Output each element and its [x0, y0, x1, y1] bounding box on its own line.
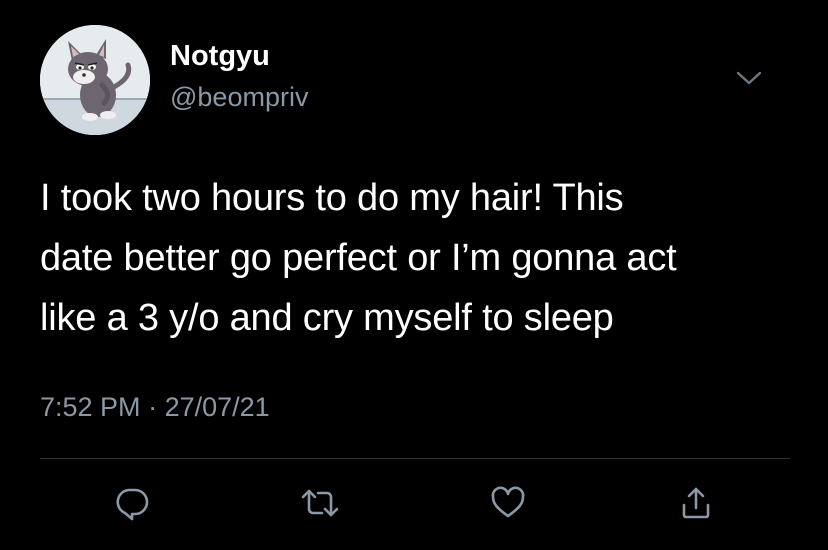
share-button[interactable] — [674, 481, 718, 525]
like-icon — [491, 486, 525, 518]
meta-separator: · — [140, 392, 165, 422]
reply-button[interactable] — [110, 481, 154, 525]
retweet-icon — [301, 489, 339, 517]
tweet-date: 27/07/21 — [164, 392, 270, 422]
tweet-timestamp[interactable]: 7:52 PM · 27/07/21 — [40, 392, 270, 423]
tweet-text: I took two hours to do my hair! This dat… — [40, 168, 810, 348]
avatar[interactable] — [40, 25, 150, 135]
retweet-button[interactable] — [298, 481, 342, 525]
more-options-button[interactable] — [730, 62, 768, 94]
tweet-text-line: date better go perfect or I’m gonna act — [40, 237, 677, 279]
tweet-time: 7:52 PM — [40, 392, 141, 422]
author-handle[interactable]: @beompriv — [170, 82, 308, 113]
author-display-name[interactable]: Notgyu — [170, 40, 270, 73]
like-button[interactable] — [486, 481, 530, 525]
divider — [40, 458, 790, 459]
tweet-text-line: like a 3 y/o and cry myself to sleep — [40, 297, 614, 339]
reply-icon — [116, 488, 149, 521]
kitten-avatar-image — [40, 25, 150, 135]
share-icon — [682, 487, 710, 519]
chevron-down-icon — [736, 71, 762, 85]
tweet-text-line: I took two hours to do my hair! This — [40, 177, 624, 219]
